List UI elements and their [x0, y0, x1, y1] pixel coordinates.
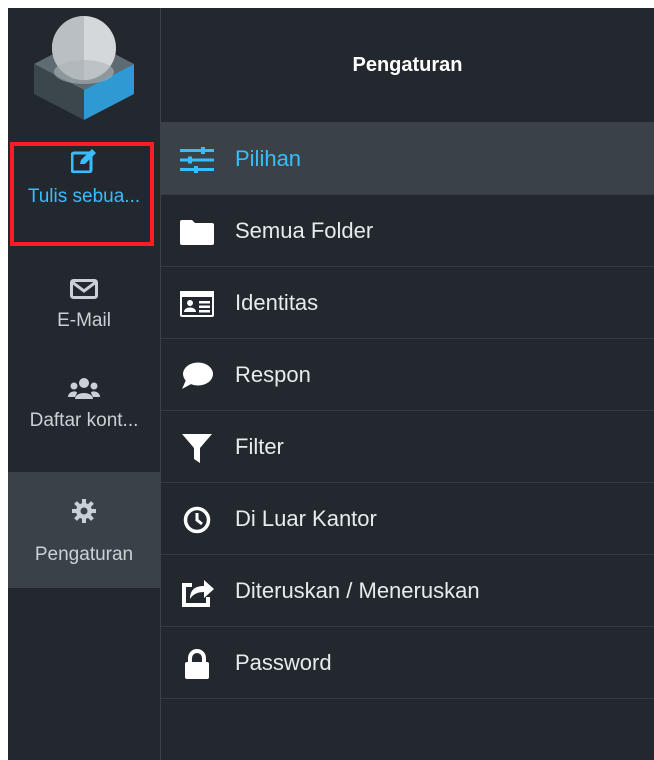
menu-item-semua-folder[interactable]: Semua Folder: [161, 195, 654, 267]
menu-item-respon[interactable]: Respon: [161, 339, 654, 411]
folder-icon: [179, 217, 215, 247]
menu-item-label: Password: [235, 650, 332, 675]
filter-icon: [179, 433, 215, 463]
id-card-icon: [179, 289, 215, 319]
panel-header: Pengaturan: [161, 8, 654, 122]
forward-icon: [179, 577, 215, 607]
settings-panel: Pengaturan Pilihan Semua Folder Identita…: [161, 8, 654, 760]
nav-compose-label: Tulis sebua...: [27, 186, 141, 207]
clock-icon: [179, 505, 215, 535]
nav-mail-label: E-Mail: [57, 310, 111, 331]
menu-item-label: Identitas: [235, 290, 319, 315]
menu-item-filter[interactable]: Filter: [161, 411, 654, 483]
sliders-icon: [179, 145, 215, 175]
envelope-icon: [8, 276, 160, 302]
menu-item-label: Pilihan: [235, 146, 302, 171]
menu-item-label: Filter: [235, 434, 284, 459]
menu-item-label: Semua Folder: [235, 218, 374, 243]
nav-settings[interactable]: Pengaturan: [8, 472, 160, 588]
compose-icon: [8, 148, 160, 174]
nav-settings-label: Pengaturan: [34, 544, 134, 565]
menu-item-password[interactable]: Password: [161, 627, 654, 699]
menu-item-pilihan[interactable]: Pilihan: [161, 123, 654, 195]
nav-compose[interactable]: Tulis sebua...: [8, 138, 160, 210]
menu-item-label: Respon: [235, 362, 311, 387]
speech-bubble-icon: [179, 361, 215, 391]
menu-item-label: Di Luar Kantor: [235, 506, 377, 531]
app-logo: [34, 16, 134, 120]
nav-contacts[interactable]: Daftar kont...: [8, 368, 160, 440]
panel-title: Pengaturan: [352, 53, 463, 76]
menu-item-identitas[interactable]: Identitas: [161, 267, 654, 339]
gear-icon: [8, 498, 160, 524]
menu-item-label: Diteruskan / Meneruskan: [235, 578, 480, 603]
nav-contacts-label: Daftar kont...: [29, 410, 139, 431]
users-icon: [8, 376, 160, 402]
sidebar: Tulis sebua... E-Mail Daftar kont... Pen…: [8, 8, 160, 760]
lock-icon: [179, 649, 215, 679]
menu-item-diteruskan[interactable]: Diteruskan / Meneruskan: [161, 555, 654, 627]
app-window: Tulis sebua... E-Mail Daftar kont... Pen…: [8, 8, 654, 760]
nav-mail[interactable]: E-Mail: [8, 268, 160, 340]
menu-item-di-luar-kantor[interactable]: Di Luar Kantor: [161, 483, 654, 555]
